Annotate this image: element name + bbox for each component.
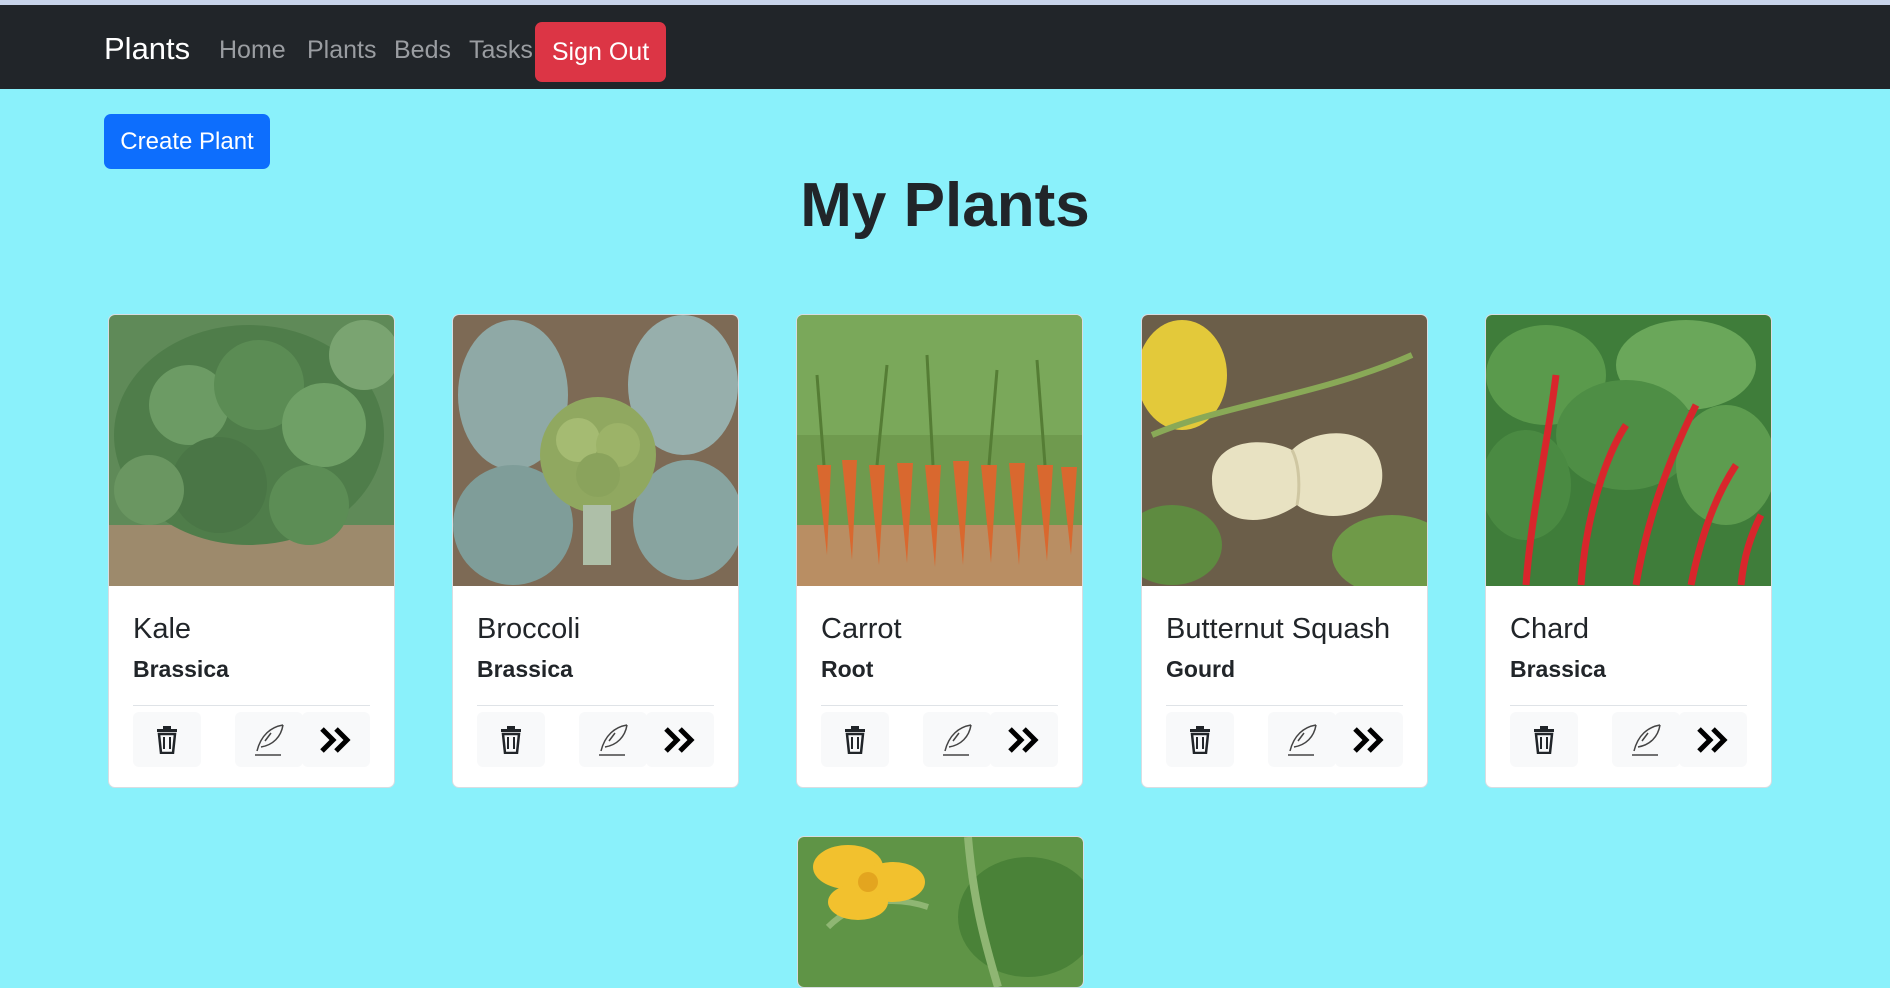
- plant-family: Brassica: [133, 656, 229, 682]
- edit-button[interactable]: [1268, 712, 1336, 767]
- plant-card-broccoli: Broccoli Brassica: [452, 314, 739, 788]
- trash-icon: [501, 725, 521, 754]
- plant-card-carrot: Carrot Root: [796, 314, 1083, 788]
- quill-pen-icon: [599, 723, 628, 756]
- quill-pen-icon: [1632, 723, 1661, 756]
- double-chevron-right-icon: [320, 726, 351, 753]
- create-plant-button[interactable]: Create Plant: [104, 114, 270, 169]
- double-chevron-right-icon: [1697, 726, 1728, 753]
- navbar: Plants Home Plants Beds Tasks Sign Out: [0, 5, 1890, 89]
- divider: [133, 705, 370, 706]
- double-chevron-right-icon: [664, 726, 695, 753]
- plant-family: Gourd: [1166, 656, 1235, 682]
- plant-card-partial: [797, 836, 1084, 988]
- quill-pen-icon: [1288, 723, 1317, 756]
- details-button[interactable]: [1679, 712, 1747, 767]
- nav-link-beds[interactable]: Beds: [394, 36, 451, 65]
- delete-button[interactable]: [477, 712, 545, 767]
- trash-icon: [1190, 725, 1210, 754]
- sign-out-button[interactable]: Sign Out: [535, 22, 666, 82]
- trash-icon: [1534, 725, 1554, 754]
- edit-button[interactable]: [235, 712, 303, 767]
- divider: [477, 705, 714, 706]
- edit-button[interactable]: [923, 712, 991, 767]
- plant-family: Brassica: [477, 656, 573, 682]
- plant-card-kale: Kale Brassica: [108, 314, 395, 788]
- details-button[interactable]: [302, 712, 370, 767]
- navbar-brand[interactable]: Plants: [104, 31, 190, 67]
- plant-card-butternut-squash: Butternut Squash Gourd: [1141, 314, 1428, 788]
- plant-name: Carrot: [821, 613, 902, 645]
- broccoli-image: [453, 315, 738, 586]
- edit-button[interactable]: [579, 712, 647, 767]
- plant-family: Root: [821, 656, 874, 682]
- plant-name: Chard: [1510, 613, 1589, 645]
- plant-name: Butternut Squash: [1166, 613, 1391, 645]
- double-chevron-right-icon: [1353, 726, 1384, 753]
- delete-button[interactable]: [1510, 712, 1578, 767]
- nav-link-home[interactable]: Home: [219, 36, 286, 65]
- quill-pen-icon: [943, 723, 972, 756]
- chard-image: [1486, 315, 1771, 586]
- page-title: My Plants: [800, 171, 1090, 240]
- divider: [821, 705, 1058, 706]
- kale-image: [109, 315, 394, 586]
- details-button[interactable]: [646, 712, 714, 767]
- plant-name: Broccoli: [477, 613, 581, 645]
- plant-family: Brassica: [1510, 656, 1606, 682]
- edit-button[interactable]: [1612, 712, 1680, 767]
- squash-blossom-image: [798, 837, 1083, 987]
- plant-card-chard: Chard Brassica: [1485, 314, 1772, 788]
- plant-name: Kale: [133, 613, 192, 645]
- divider: [1166, 705, 1403, 706]
- delete-button[interactable]: [133, 712, 201, 767]
- butternut-squash-image: [1142, 315, 1427, 586]
- divider: [1510, 705, 1747, 706]
- delete-button[interactable]: [1166, 712, 1234, 767]
- carrot-image: [797, 315, 1082, 586]
- nav-link-plants[interactable]: Plants: [307, 36, 376, 65]
- trash-icon: [845, 725, 865, 754]
- trash-icon: [157, 725, 177, 754]
- double-chevron-right-icon: [1008, 726, 1039, 753]
- nav-link-tasks[interactable]: Tasks: [469, 36, 533, 65]
- details-button[interactable]: [990, 712, 1058, 767]
- delete-button[interactable]: [821, 712, 889, 767]
- details-button[interactable]: [1335, 712, 1403, 767]
- quill-pen-icon: [255, 723, 284, 756]
